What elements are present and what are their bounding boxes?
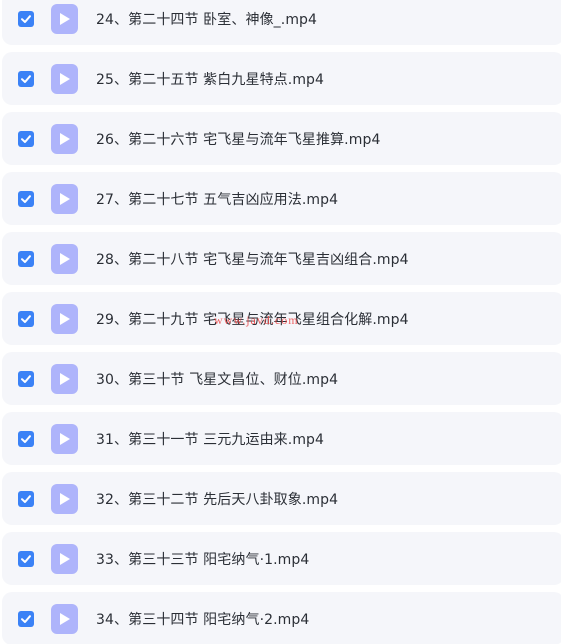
check-icon	[21, 614, 31, 623]
check-icon	[21, 254, 31, 263]
checkbox[interactable]	[18, 10, 34, 27]
video-file-icon	[51, 183, 78, 214]
video-file-icon	[51, 543, 78, 574]
file-name[interactable]: 30、第三十节 飞星文昌位、财位.mp4	[96, 369, 338, 389]
file-name[interactable]: 29、第二十九节 宅飞星与流年飞星组合化解.mp4	[96, 309, 409, 329]
file-row[interactable]: 24、第二十四节 卧室、神像_.mp4	[2, 0, 561, 45]
checkbox[interactable]	[18, 190, 34, 207]
checkbox[interactable]	[18, 70, 34, 87]
check-icon	[21, 134, 31, 143]
play-icon	[60, 492, 70, 505]
checkbox[interactable]	[18, 430, 34, 447]
check-icon	[21, 434, 31, 443]
video-file-icon	[51, 63, 78, 94]
file-name[interactable]: 26、第二十六节 宅飞星与流年飞星推算.mp4	[96, 129, 380, 149]
file-name[interactable]: 25、第二十五节 紫白九星特点.mp4	[96, 69, 324, 89]
video-file-icon	[51, 363, 78, 394]
play-icon	[60, 132, 70, 145]
file-name[interactable]: 28、第二十八节 宅飞星与流年飞星吉凶组合.mp4	[96, 249, 409, 269]
video-file-icon	[51, 423, 78, 454]
file-list: 24、第二十四节 卧室、神像_.mp4 25、第二十五节 紫白九星特点.mp4 …	[0, 0, 561, 644]
video-file-icon	[51, 123, 78, 154]
file-row[interactable]: 26、第二十六节 宅飞星与流年飞星推算.mp4	[2, 112, 561, 165]
play-icon	[60, 72, 70, 85]
play-icon	[60, 372, 70, 385]
video-file-icon	[51, 243, 78, 274]
file-name[interactable]: 24、第二十四节 卧室、神像_.mp4	[96, 9, 317, 29]
check-icon	[21, 374, 31, 383]
check-icon	[21, 14, 31, 23]
file-name[interactable]: 34、第三十四节 阳宅纳气·2.mp4	[96, 609, 309, 629]
checkbox[interactable]	[18, 250, 34, 267]
video-file-icon	[51, 3, 78, 34]
checkbox[interactable]	[18, 490, 34, 507]
play-icon	[60, 612, 70, 625]
video-file-icon	[51, 303, 78, 334]
file-row[interactable]: 34、第三十四节 阳宅纳气·2.mp4	[2, 592, 561, 644]
file-name[interactable]: 31、第三十一节 三元九运由来.mp4	[96, 429, 324, 449]
checkbox[interactable]	[18, 610, 34, 627]
check-icon	[21, 494, 31, 503]
file-row[interactable]: 32、第三十二节 先后天八卦取象.mp4	[2, 472, 561, 525]
file-name[interactable]: 32、第三十二节 先后天八卦取象.mp4	[96, 489, 338, 509]
play-icon	[60, 432, 70, 445]
play-icon	[60, 252, 70, 265]
video-file-icon	[51, 603, 78, 634]
file-row[interactable]: 28、第二十八节 宅飞星与流年飞星吉凶组合.mp4	[2, 232, 561, 285]
play-icon	[60, 192, 70, 205]
checkbox[interactable]	[18, 370, 34, 387]
file-row[interactable]: 30、第三十节 飞星文昌位、财位.mp4	[2, 352, 561, 405]
file-row[interactable]: 27、第二十七节 五气吉凶应用法.mp4	[2, 172, 561, 225]
file-row[interactable]: 25、第二十五节 紫白九星特点.mp4	[2, 52, 561, 105]
checkbox[interactable]	[18, 130, 34, 147]
check-icon	[21, 314, 31, 323]
check-icon	[21, 194, 31, 203]
file-row[interactable]: 33、第三十三节 阳宅纳气·1.mp4	[2, 532, 561, 585]
checkbox[interactable]	[18, 310, 34, 327]
file-row[interactable]: 31、第三十一节 三元九运由来.mp4	[2, 412, 561, 465]
file-name[interactable]: 33、第三十三节 阳宅纳气·1.mp4	[96, 549, 309, 569]
play-icon	[60, 312, 70, 325]
play-icon	[60, 12, 70, 25]
video-file-icon	[51, 483, 78, 514]
checkbox[interactable]	[18, 550, 34, 567]
play-icon	[60, 552, 70, 565]
check-icon	[21, 554, 31, 563]
file-row[interactable]: 29、第二十九节 宅飞星与流年飞星组合化解.mp4	[2, 292, 561, 345]
file-name[interactable]: 27、第二十七节 五气吉凶应用法.mp4	[96, 189, 338, 209]
check-icon	[21, 74, 31, 83]
